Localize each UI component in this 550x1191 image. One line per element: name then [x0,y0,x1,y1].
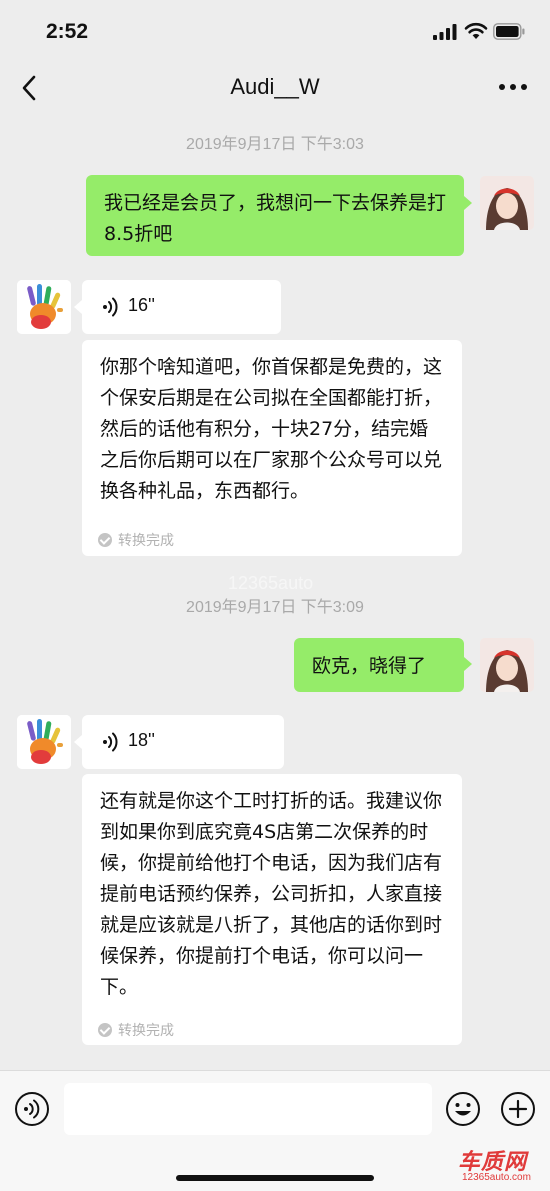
status-bar: 2:52 [0,0,550,62]
voice-transcript[interactable]: 还有就是你这个工时打折的话。我建议你到如果你到底究竟4S店第二次保养的时候，你提… [82,774,462,1045]
contact-avatar[interactable] [17,715,71,769]
transcript-text: 你那个啥知道吧，你首保都是免费的，这个保安后期是在公司拟在全国都能打折，然后的话… [100,356,443,502]
transcript-text: 还有就是你这个工时打折的话。我建议你到如果你到底究竟4S店第二次保养的时候，你提… [100,790,443,998]
voice-transcript[interactable]: 你那个啥知道吧，你首保都是免费的，这个保安后期是在公司拟在全国都能打折，然后的话… [82,340,462,556]
bubble-tail [464,657,472,671]
check-circle-icon [98,1023,112,1037]
contact-avatar[interactable] [17,280,71,334]
bubble-tail [74,300,82,314]
voice-input-icon[interactable] [14,1091,50,1127]
rainbow-hand-icon [17,280,71,334]
my-avatar[interactable] [480,638,534,692]
wifi-icon [464,22,488,39]
conversion-status: 转换完成 [98,526,174,557]
voice-duration: 16'' [128,295,155,315]
battery-icon [493,23,525,40]
check-circle-icon [98,533,112,547]
voice-duration: 18'' [128,730,155,750]
conversion-status: 转换完成 [98,1016,174,1047]
chat-title: Audi__W [230,74,320,99]
status-time: 2:52 [46,20,89,43]
bubble-tail [464,196,472,210]
watermark-url: 12365auto.com [462,1172,531,1183]
my-message-bubble[interactable]: 我已经是会员了，我想问一下去保养是打8.5折吧 [86,175,464,256]
voice-wave-icon [103,732,118,752]
plus-icon[interactable] [500,1091,536,1127]
message-input[interactable] [64,1083,432,1135]
voice-message[interactable]: 16'' [82,280,281,334]
cellular-signal-icon [433,24,457,40]
message-text: 我已经是会员了，我想问一下去保养是打8.5折吧 [104,192,447,245]
my-message-bubble[interactable]: 欧克，晓得了 [294,638,464,692]
voice-message[interactable]: 18'' [82,715,284,769]
rainbow-hand-icon [17,715,71,769]
timestamp: 2019年9月17日 下午3:03 [186,136,364,153]
watermark-text: 12365auto [228,573,314,593]
my-avatar[interactable] [480,176,534,230]
timestamp: 2019年9月17日 下午3:09 [186,599,364,616]
bubble-tail [74,735,82,749]
user-photo-icon [480,176,534,230]
message-text: 欧克，晓得了 [312,655,427,677]
home-indicator[interactable] [176,1175,374,1181]
chat-header: Audi__W [0,62,550,114]
more-options-icon[interactable] [496,74,530,100]
voice-wave-icon [103,297,118,317]
user-photo-icon [480,638,534,692]
emoji-icon[interactable] [445,1091,481,1127]
